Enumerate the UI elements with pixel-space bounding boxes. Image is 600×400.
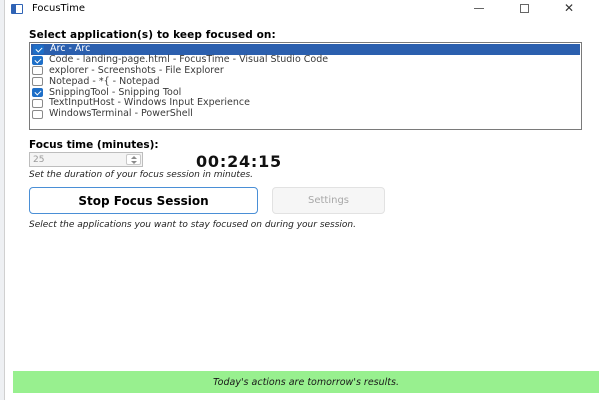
list-item-label: Code - landing-page.html - FocusTime - V…: [49, 54, 329, 66]
checkbox-windowsterminal[interactable]: [32, 109, 43, 119]
maximize-button[interactable]: [502, 0, 546, 18]
list-item-label: explorer - Screenshots - File Explorer: [49, 64, 224, 76]
list-item-notepad[interactable]: Notepad - *{ - Notepad: [30, 76, 581, 87]
list-item-label: TextInputHost - Windows Input Experience: [49, 97, 250, 109]
settings-button[interactable]: Settings: [272, 187, 385, 214]
chevron-up-icon[interactable]: [131, 156, 137, 159]
focus-time-spinbox[interactable]: 25: [29, 152, 143, 167]
list-item-snippingtool[interactable]: SnippingTool - Snipping Tool: [30, 87, 581, 98]
duration-hint: Set the duration of your focus session i…: [29, 170, 254, 180]
maximize-icon: [519, 4, 529, 13]
checkbox-textinputhost[interactable]: [32, 98, 43, 108]
title-bar[interactable]: FocusTime ✕: [5, 0, 600, 18]
checkbox-arc[interactable]: [33, 44, 44, 54]
countdown-timer: 00:24:15: [196, 152, 282, 171]
checkbox-code[interactable]: [32, 55, 43, 65]
list-item-explorer[interactable]: explorer - Screenshots - File Explorer: [30, 64, 581, 77]
close-button[interactable]: ✕: [547, 0, 591, 18]
list-item-label: WindowsTerminal - PowerShell: [49, 108, 193, 120]
apps-section-label: Select application(s) to keep focused on…: [29, 29, 276, 41]
checkbox-explorer[interactable]: [32, 66, 43, 76]
checkbox-notepad[interactable]: [32, 77, 43, 87]
focustime-window: FocusTime ✕ Select application(s) to kee…: [4, 0, 600, 400]
window-title: FocusTime: [32, 3, 86, 14]
list-item-label: SnippingTool - Snipping Tool: [49, 86, 182, 98]
list-item-windowsterminal[interactable]: WindowsTerminal - PowerShell: [30, 109, 581, 120]
app-window-icon: [11, 4, 23, 14]
checkbox-snippingtool[interactable]: [32, 88, 43, 98]
list-item-code[interactable]: Code - landing-page.html - FocusTime - V…: [30, 55, 581, 66]
motivation-footer: Today's actions are tomorrow's results.: [13, 371, 599, 393]
application-list[interactable]: Arc - Arc Code - landing-page.html - Foc…: [29, 42, 582, 130]
chevron-down-icon[interactable]: [131, 161, 137, 164]
apps-hint: Select the applications you want to stay…: [29, 220, 357, 230]
list-item-arc[interactable]: Arc - Arc: [31, 44, 580, 55]
focus-time-label: Focus time (minutes):: [29, 139, 159, 151]
spinbox-arrows[interactable]: [126, 154, 141, 165]
list-item-textinputhost[interactable]: TextInputHost - Windows Input Experience: [30, 98, 581, 109]
list-item-label: Arc - Arc: [50, 43, 91, 55]
list-item-label: Notepad - *{ - Notepad: [49, 75, 160, 87]
close-icon: ✕: [563, 1, 575, 15]
focus-time-value: 25: [33, 155, 45, 165]
stop-focus-session-button[interactable]: Stop Focus Session: [29, 187, 258, 214]
minimize-icon: [474, 8, 484, 9]
motivation-quote: Today's actions are tomorrow's results.: [213, 376, 399, 388]
minimize-button[interactable]: [457, 0, 501, 18]
